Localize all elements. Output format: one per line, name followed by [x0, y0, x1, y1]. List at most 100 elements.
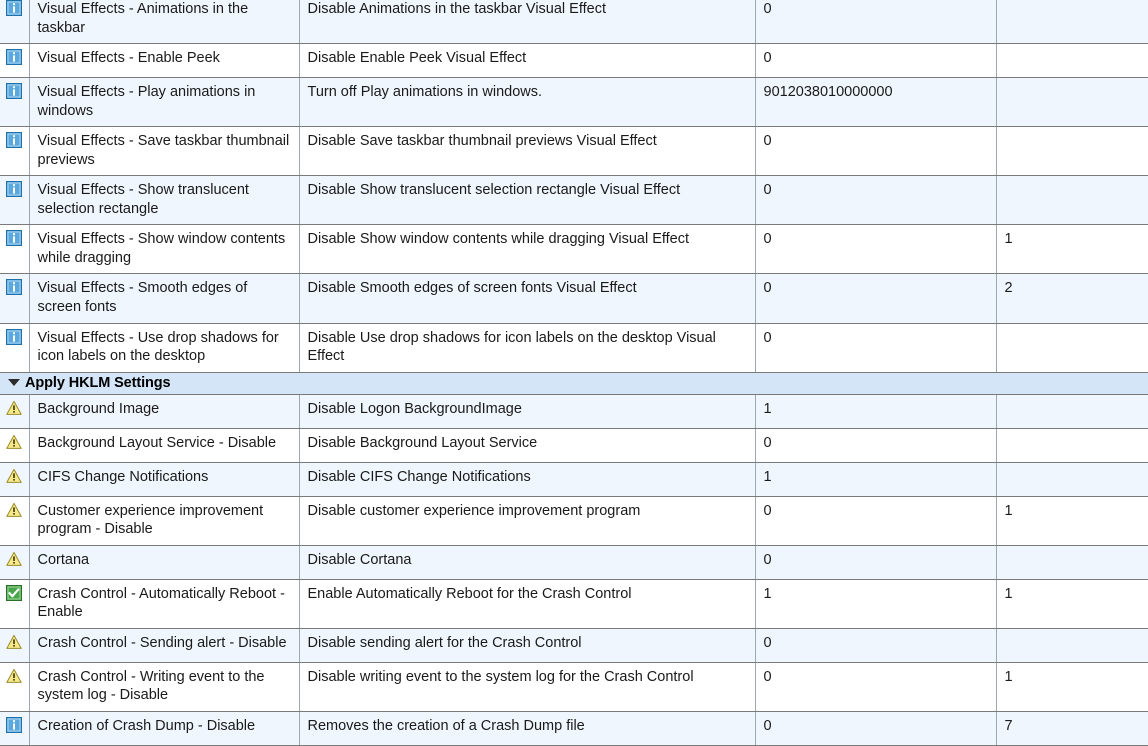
setting-name-cell[interactable]: Customer experience improvement program … [29, 496, 300, 546]
setting-count-cell[interactable] [996, 126, 1148, 177]
setting-description-cell[interactable]: Disable Show window contents while dragg… [299, 224, 756, 275]
setting-count-cell[interactable] [996, 175, 1148, 226]
setting-value-cell[interactable]: 0 [755, 323, 997, 373]
setting-description-cell[interactable]: Disable Use drop shadows for icon labels… [299, 323, 756, 373]
success-icon [6, 584, 23, 601]
setting-name-cell[interactable]: Visual Effects - Show window contents wh… [29, 224, 300, 275]
status-icon-cell [0, 273, 30, 324]
setting-count-cell[interactable] [996, 0, 1148, 45]
settings-grid[interactable]: Visual Effects - Animations in the taskb… [0, 0, 1148, 746]
table-row[interactable]: Visual Effects - Use drop shadows for ic… [0, 323, 1148, 373]
setting-value-cell[interactable]: 0 [755, 628, 997, 663]
table-row[interactable]: Visual Effects - Show translucent select… [0, 175, 1148, 226]
setting-description-cell[interactable]: Disable CIFS Change Notifications [299, 462, 756, 497]
setting-count-cell[interactable]: 1 [996, 496, 1148, 546]
setting-value-cell[interactable]: 0 [755, 496, 997, 546]
setting-description-cell[interactable]: Disable Enable Peek Visual Effect [299, 43, 756, 79]
setting-count-cell[interactable]: 1 [996, 224, 1148, 275]
group-header-cell[interactable]: Apply HKLM Settings [0, 371, 1148, 395]
table-row[interactable]: Creation of Crash Dump - Disable Removes … [0, 711, 1148, 746]
setting-value: 0 [763, 50, 772, 67]
setting-name-cell[interactable]: Background Image [29, 394, 300, 429]
table-row[interactable]: Background Layout Service - Disable Disab… [0, 428, 1148, 463]
table-row[interactable]: Crash Control - Automatically Reboot - E… [0, 579, 1148, 629]
setting-value-cell[interactable]: 1 [755, 579, 997, 629]
table-row[interactable]: Crash Control - Writing event to the sys… [0, 662, 1148, 712]
table-row[interactable]: Visual Effects - Show window contents wh… [0, 224, 1148, 275]
setting-count-cell[interactable] [996, 43, 1148, 79]
setting-description-cell[interactable]: Disable sending alert for the Crash Cont… [299, 628, 756, 663]
table-row[interactable]: Cortana Disable Cortana 0 [0, 545, 1148, 580]
setting-value-cell[interactable]: 1 [755, 462, 997, 497]
setting-value-cell[interactable]: 0 [755, 711, 997, 746]
setting-count-cell[interactable] [996, 77, 1148, 128]
setting-description-cell[interactable]: Disable Cortana [299, 545, 756, 580]
setting-count-cell[interactable]: 2 [996, 273, 1148, 324]
table-row[interactable]: Background Image Disable Logon Background… [0, 394, 1148, 429]
setting-count-cell[interactable] [996, 462, 1148, 497]
setting-description-cell[interactable]: Removes the creation of a Crash Dump fil… [299, 711, 756, 746]
setting-name-cell[interactable]: Visual Effects - Smooth edges of screen … [29, 273, 300, 324]
setting-value-cell[interactable]: 0 [755, 43, 997, 79]
setting-name-cell[interactable]: Background Layout Service - Disable [29, 428, 300, 463]
table-row[interactable]: Crash Control - Sending alert - Disable D… [0, 628, 1148, 663]
setting-description-cell[interactable]: Disable Smooth edges of screen fonts Vis… [299, 273, 756, 324]
setting-name-cell[interactable]: Cortana [29, 545, 300, 580]
setting-value-cell[interactable]: 0 [755, 662, 997, 712]
setting-name-cell[interactable]: Visual Effects - Enable Peek [29, 43, 300, 79]
setting-name-cell[interactable]: Visual Effects - Animations in the taskb… [29, 0, 300, 45]
setting-description-cell[interactable]: Disable Logon BackgroundImage [299, 394, 756, 429]
setting-description-cell[interactable]: Disable customer experience improvement … [299, 496, 756, 546]
table-row[interactable]: Visual Effects - Save taskbar thumbnail … [0, 126, 1148, 177]
setting-count-cell[interactable] [996, 628, 1148, 663]
setting-value-cell[interactable]: 0 [755, 224, 997, 275]
status-icon-cell [0, 175, 30, 226]
setting-value-cell[interactable]: 0 [755, 126, 997, 177]
setting-value-cell[interactable]: 0 [755, 273, 997, 324]
setting-name-cell[interactable]: Visual Effects - Use drop shadows for ic… [29, 323, 300, 373]
setting-description-cell[interactable]: Turn off Play animations in windows. [299, 77, 756, 128]
setting-description-cell[interactable]: Enable Automatically Reboot for the Cras… [299, 579, 756, 629]
group-header-row[interactable]: Apply HKLM Settings [0, 371, 1148, 395]
info-icon [6, 279, 23, 296]
setting-value-cell[interactable]: 1 [755, 394, 997, 429]
setting-count-cell[interactable] [996, 545, 1148, 580]
setting-value: 0 [763, 634, 772, 651]
table-row[interactable]: CIFS Change Notifications Disable CIFS Ch… [0, 462, 1148, 497]
setting-name-cell[interactable]: Crash Control - Automatically Reboot - E… [29, 579, 300, 629]
setting-count-cell[interactable] [996, 394, 1148, 429]
status-icon-cell [0, 0, 30, 45]
setting-value-cell[interactable]: 0 [755, 545, 997, 580]
setting-count-cell[interactable] [996, 428, 1148, 463]
setting-value-cell[interactable]: 0 [755, 428, 997, 463]
setting-name-cell[interactable]: Creation of Crash Dump - Disable [29, 711, 300, 746]
info-icon [6, 83, 23, 100]
table-row[interactable]: Visual Effects - Animations in the taskb… [0, 0, 1148, 45]
group-header-label: Apply HKLM Settings [25, 374, 171, 391]
setting-name-cell[interactable]: CIFS Change Notifications [29, 462, 300, 497]
table-row[interactable]: Visual Effects - Smooth edges of screen … [0, 273, 1148, 324]
setting-count-cell[interactable] [996, 323, 1148, 373]
setting-name-cell[interactable]: Visual Effects - Show translucent select… [29, 175, 300, 226]
table-row[interactable]: Customer experience improvement program … [0, 496, 1148, 546]
setting-count-cell[interactable]: 1 [996, 662, 1148, 712]
setting-name-cell[interactable]: Crash Control - Sending alert - Disable [29, 628, 300, 663]
table-row[interactable]: Visual Effects - Enable Peek Disable Enab… [0, 43, 1148, 79]
setting-value-cell[interactable]: 9012038010000000 [755, 77, 997, 128]
setting-name-cell[interactable]: Crash Control - Writing event to the sys… [29, 662, 300, 712]
setting-description-cell[interactable]: Disable Animations in the taskbar Visual… [299, 0, 756, 45]
setting-description-cell[interactable]: Disable Background Layout Service [299, 428, 756, 463]
setting-name-cell[interactable]: Visual Effects - Save taskbar thumbnail … [29, 126, 300, 177]
setting-description-cell[interactable]: Disable Show translucent selection recta… [299, 175, 756, 226]
setting-count-cell[interactable]: 1 [996, 579, 1148, 629]
collapse-triangle-icon[interactable] [8, 379, 20, 387]
setting-value-cell[interactable]: 0 [755, 175, 997, 226]
setting-name-cell[interactable]: Visual Effects - Play animations in wind… [29, 77, 300, 128]
setting-description-cell[interactable]: Disable Save taskbar thumbnail previews … [299, 126, 756, 177]
table-row[interactable]: Visual Effects - Play animations in wind… [0, 77, 1148, 128]
info-icon [6, 0, 23, 16]
setting-count-cell[interactable]: 7 [996, 711, 1148, 746]
setting-description-cell[interactable]: Disable writing event to the system log … [299, 662, 756, 712]
setting-value-cell[interactable]: 0 [755, 0, 997, 45]
status-icon-cell [0, 224, 30, 275]
